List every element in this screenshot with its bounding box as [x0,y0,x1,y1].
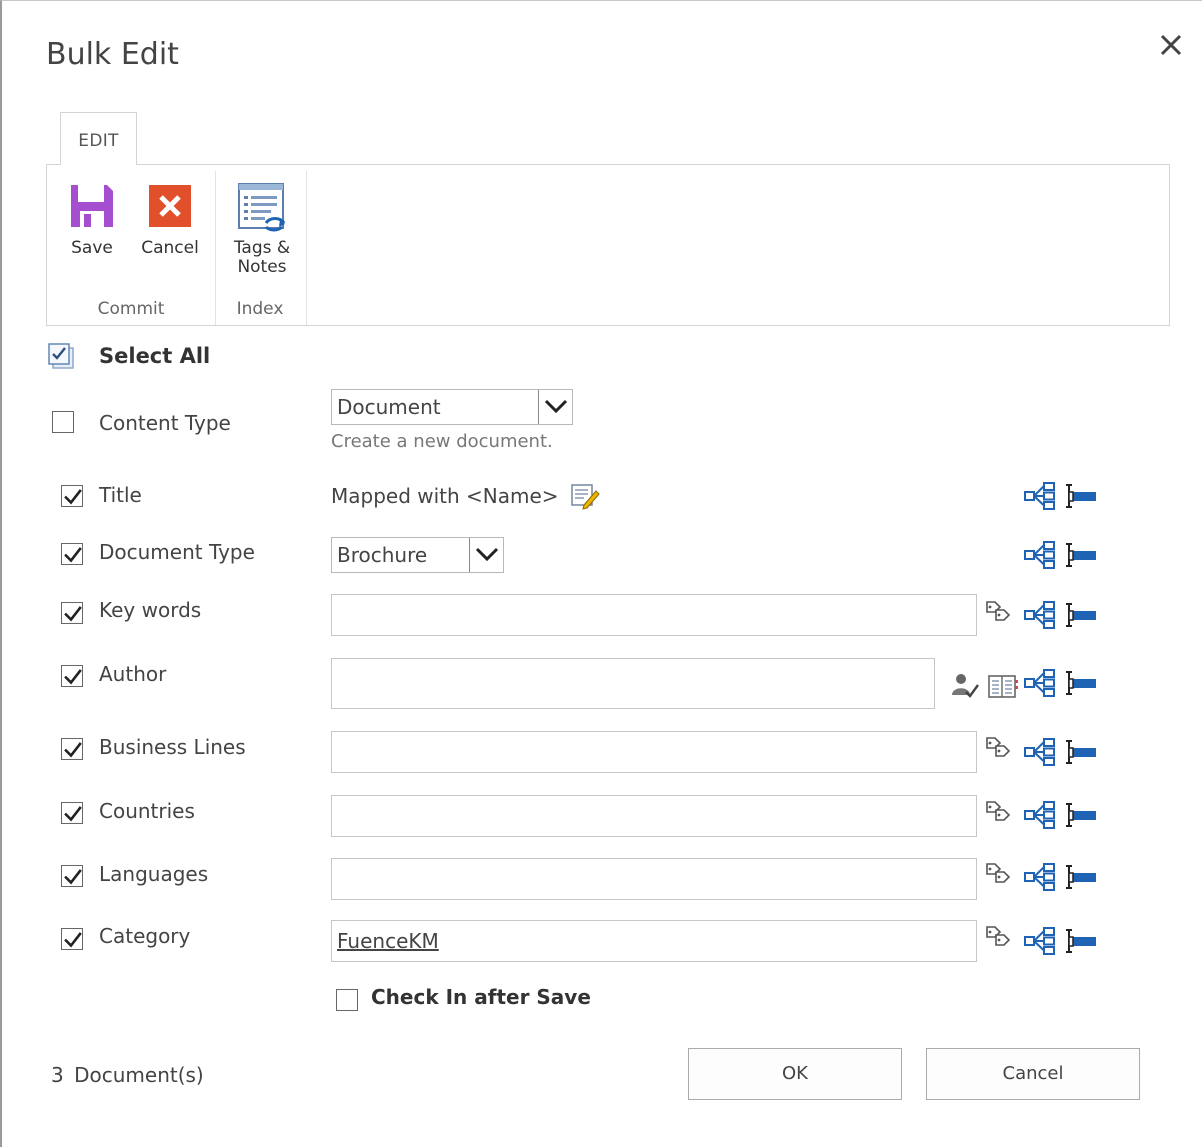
title-mapped-text: Mapped with <Name> [331,484,559,508]
document-type-checkbox[interactable] [61,543,83,565]
content-type-select[interactable]: Document [331,389,573,425]
tag-icon[interactable] [984,597,1014,627]
column-icon[interactable] [1065,862,1097,892]
tags-notes-button[interactable]: Tags & Notes [225,183,299,287]
cancel-icon [148,183,192,229]
dialog-title: Bulk Edit [46,37,179,72]
bulk-edit-dialog: Bulk Edit EDIT Save Cancel Commit Tags &… [0,0,1202,1147]
tree-icon[interactable] [1024,926,1056,956]
tree-icon[interactable] [1024,737,1056,767]
column-icon[interactable] [1065,540,1097,570]
category-label: Category [99,924,191,948]
close-icon[interactable] [1157,31,1185,59]
countries-label: Countries [99,799,195,823]
tree-icon[interactable] [1024,481,1056,511]
cancel-ribbon-button[interactable]: Cancel [137,183,203,269]
tree-icon[interactable] [1024,862,1056,892]
tag-icon[interactable] [984,859,1014,889]
chevron-down-icon [469,538,503,572]
ok-button[interactable]: OK [688,1048,902,1100]
tree-icon[interactable] [1024,600,1056,630]
document-count: 3 Document(s) [51,1063,204,1087]
save-button[interactable]: Save [59,183,125,269]
document-count-label: Document(s) [74,1063,204,1087]
tags-notes-label-1: Tags & [233,238,291,258]
business-lines-input[interactable] [331,731,977,773]
column-icon[interactable] [1065,481,1097,511]
column-icon[interactable] [1065,668,1097,698]
content-type-value: Document [337,395,441,419]
author-input[interactable] [331,658,935,709]
group-divider [306,171,307,325]
ribbon: Save Cancel Commit Tags & Notes Index [46,164,1170,326]
tag-icon[interactable] [984,797,1014,827]
group-label-commit: Commit [97,299,165,319]
cancel-button[interactable]: Cancel [926,1048,1140,1100]
title-label: Title [99,483,142,507]
tree-icon[interactable] [1024,800,1056,830]
save-icon [69,183,115,229]
check-in-checkbox[interactable] [336,989,358,1011]
chevron-down-icon [538,390,572,424]
business-lines-label: Business Lines [99,735,246,759]
title-checkbox[interactable] [61,485,83,507]
countries-input[interactable] [331,795,977,837]
column-icon[interactable] [1065,800,1097,830]
content-type-description: Create a new document. [331,431,553,452]
tags-notes-label-2: Notes [237,257,287,277]
group-label-index: Index [236,299,284,319]
cancel-ribbon-label: Cancel [141,238,199,258]
select-all-label[interactable]: Select All [99,344,210,368]
column-icon[interactable] [1065,737,1097,767]
tag-icon[interactable] [984,733,1014,763]
tags-notes-icon [236,183,288,233]
author-checkbox[interactable] [61,665,83,687]
languages-label: Languages [99,862,209,886]
column-icon[interactable] [1065,600,1097,630]
key-words-input[interactable] [331,594,977,636]
content-type-label: Content Type [99,411,231,435]
save-label: Save [71,238,113,258]
key-words-label: Key words [99,598,202,622]
document-type-value: Brochure [337,543,428,567]
check-in-label[interactable]: Check In after Save [371,985,591,1009]
group-divider [215,171,216,325]
key-words-checkbox[interactable] [61,602,83,624]
content-type-checkbox[interactable] [52,411,74,433]
category-term-value[interactable]: FuenceKM [337,929,439,953]
author-label: Author [99,662,167,686]
tab-edit[interactable]: EDIT [60,112,137,165]
languages-checkbox[interactable] [61,865,83,887]
document-count-number: 3 [51,1063,64,1087]
languages-input[interactable] [331,858,977,900]
category-checkbox[interactable] [61,928,83,950]
category-input[interactable]: FuenceKM [331,920,977,962]
business-lines-checkbox[interactable] [61,738,83,760]
tag-icon[interactable] [984,922,1014,952]
countries-checkbox[interactable] [61,802,83,824]
select-all-icon[interactable] [46,341,76,371]
column-icon[interactable] [1065,926,1097,956]
document-type-label: Document Type [99,540,255,564]
address-book-icon[interactable] [987,672,1019,702]
tree-icon[interactable] [1024,668,1056,698]
tree-icon[interactable] [1024,540,1056,570]
check-names-icon[interactable] [950,671,980,701]
document-type-select[interactable]: Brochure [331,537,504,573]
edit-mapping-icon[interactable] [570,481,600,511]
